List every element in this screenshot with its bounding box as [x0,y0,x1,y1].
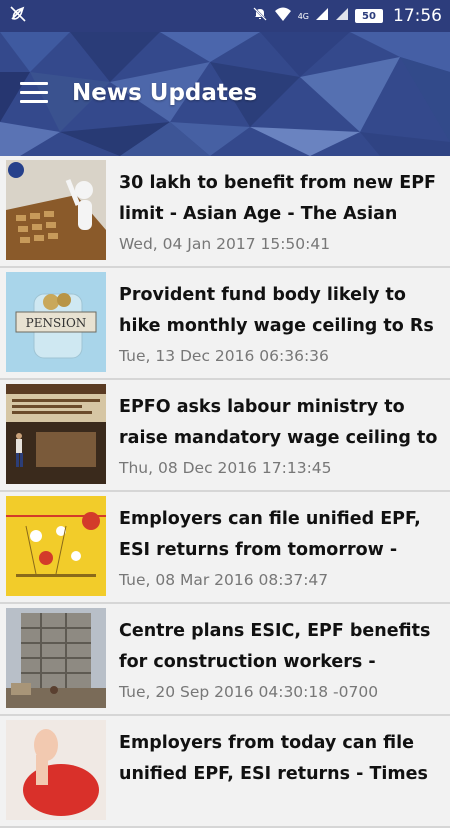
news-date: Tue, 13 Dec 2016 06:36:36 [119,347,329,365]
news-date: Thu, 08 Dec 2016 17:13:45 [119,459,332,477]
construction-site-image [6,608,106,708]
news-title: EPFO asks labour ministry to raise manda… [119,397,438,448]
news-date: Tue, 08 Mar 2016 08:37:47 [119,571,329,589]
page-title: News Updates [72,80,258,106]
status-icons: 4G 50 17:56 [252,6,442,26]
menu-icon[interactable] [20,82,48,106]
news-thumbnail: PENSION [6,272,106,372]
battery-indicator: 50 [355,9,383,23]
news-title: Employers can file unified EPF, ESI retu… [119,509,421,560]
status-left [8,4,252,28]
status-bar: 4G 50 17:56 [0,0,450,32]
epfo-office-image [6,384,106,484]
news-list: 30 lakh to benefit from new EPF limit - … [0,156,450,828]
news-thumbnail [6,384,106,484]
news-thumbnail [6,160,106,260]
mute-icon [252,6,268,26]
news-thumbnail [6,496,106,596]
news-date: Wed, 04 Jan 2017 15:50:41 [119,235,331,253]
news-title: 30 lakh to benefit from new EPF limit - … [119,173,436,224]
pension-jar-image: PENSION [6,272,106,372]
yellow-illustration-image [6,496,106,596]
news-title: Centre plans ESIC, EPF benefits for cons… [119,621,431,672]
signal-icon [315,7,329,25]
news-title: Employers from today can file unified EP… [119,733,428,784]
list-item[interactable]: Centre plans ESIC, EPF benefits for cons… [0,604,450,716]
list-item[interactable]: 30 lakh to benefit from new EPF limit - … [0,156,450,268]
news-date: Tue, 20 Sep 2016 04:30:18 -0700 [119,683,379,701]
signal-icon-2 [335,7,349,25]
notification-off-icon [8,4,28,28]
network-type: 4G [297,11,309,21]
news-thumbnail [6,720,106,820]
app-header: News Updates [0,32,450,156]
list-item[interactable]: Employers can file unified EPF, ESI retu… [0,492,450,604]
news-thumbnail [6,608,106,708]
news-title: Provident fund body likely to hike month… [119,285,434,336]
laptop-figure-image [6,160,106,260]
list-item[interactable]: PENSION Provident fund body likely to hi… [0,268,450,380]
list-item[interactable]: Employers from today can file unified EP… [0,716,450,828]
pension-label: PENSION [26,316,87,330]
list-item[interactable]: EPFO asks labour ministry to raise manda… [0,380,450,492]
wifi-icon [274,6,292,26]
clock: 17:56 [393,6,442,26]
red-piggy-bank-image [6,720,106,820]
